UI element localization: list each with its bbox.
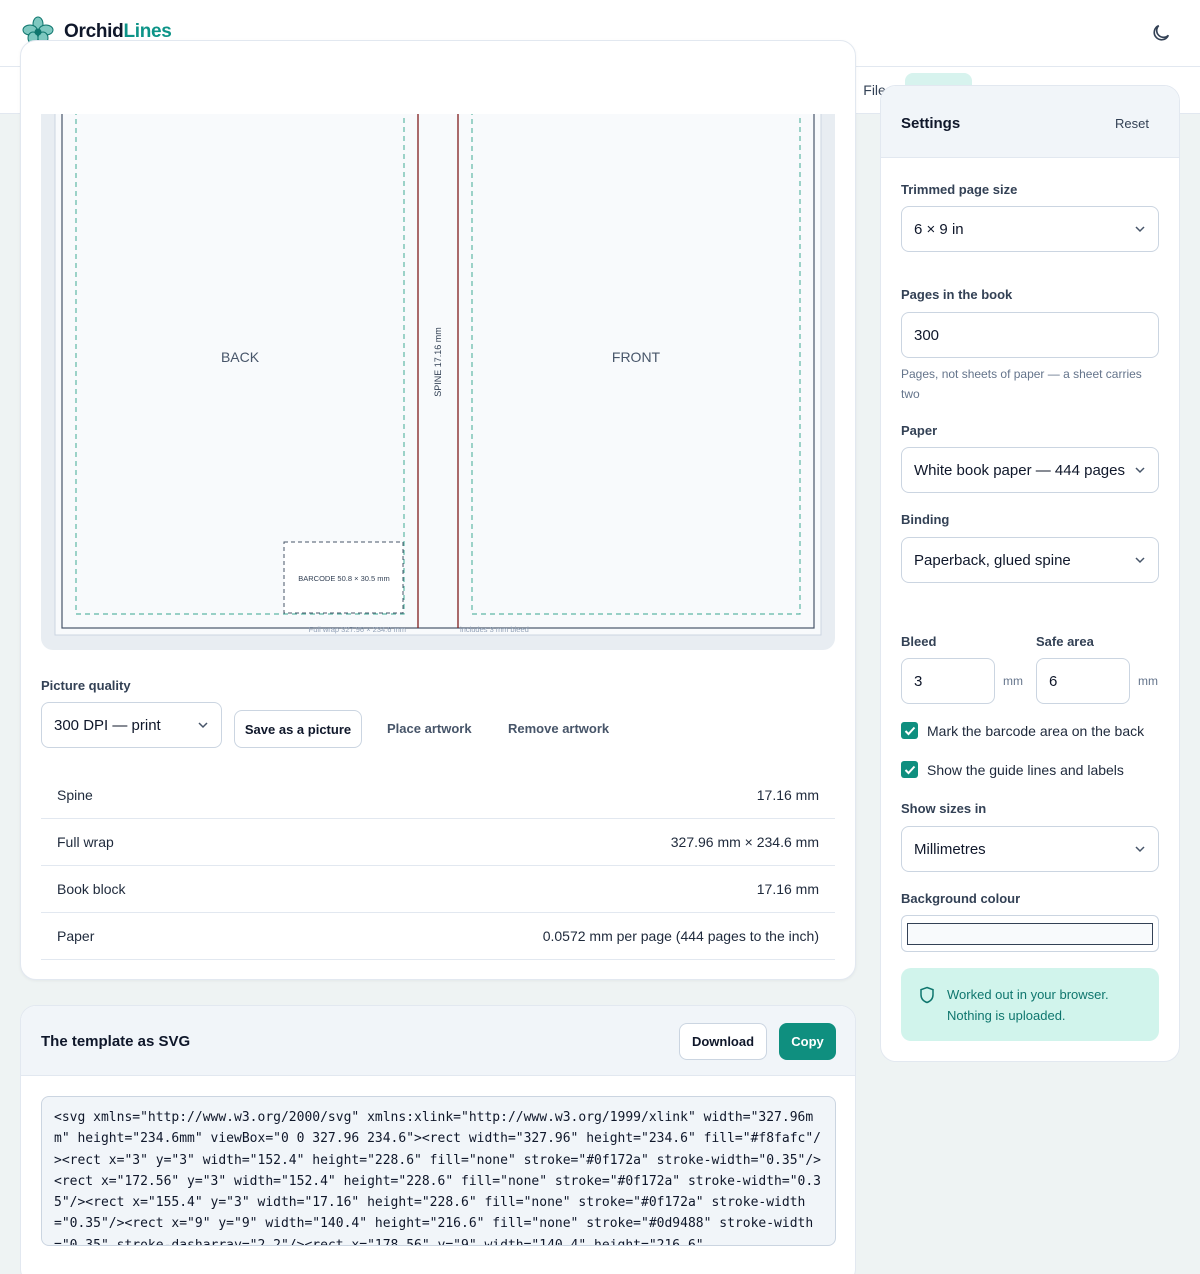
reset-button[interactable]: Reset (1115, 116, 1149, 131)
result-row: Book block 17.16 mm (41, 866, 835, 913)
settings-header: Settings Reset (881, 86, 1179, 158)
barcode-checkbox[interactable] (901, 722, 918, 739)
bg-colour-label: Background colour (901, 891, 1021, 906)
save-as-picture-button[interactable]: Save as a picture (234, 710, 362, 748)
shield-icon (920, 986, 934, 1004)
barcode-checkbox-row[interactable]: Mark the barcode area on the back (901, 722, 1144, 739)
sizes-label: Show sizes in (901, 801, 987, 816)
paper-label: Paper (901, 423, 938, 438)
svg-card-header: The template as SVG Download Copy (21, 1006, 855, 1076)
result-key: Book block (57, 881, 126, 897)
safe-area-input[interactable]: 6 (1036, 658, 1130, 704)
result-row: Full wrap 327.96 mm × 234.6 mm (41, 819, 835, 866)
result-row: Paper 0.0572 mm per page (444 pages to th… (41, 913, 835, 960)
barcode-checkbox-label: Mark the barcode area on the back (927, 722, 1145, 739)
privacy-notice: Worked out in your browser. Nothing is u… (901, 968, 1159, 1041)
sizes-select[interactable]: Millimetres (901, 826, 1159, 872)
page-size-label: Trimmed page size (901, 182, 1018, 197)
result-key: Paper (57, 928, 95, 944)
download-button[interactable]: Download (679, 1023, 767, 1060)
chevron-down-icon (1135, 557, 1145, 564)
svg-card-title: The template as SVG (41, 1033, 191, 1050)
pages-input[interactable]: 300 (901, 312, 1159, 358)
place-artwork-button[interactable]: Place artwork (387, 721, 472, 736)
guides-checkbox-row[interactable]: Show the guide lines and labels (901, 761, 1124, 778)
sizes-value: Millimetres (914, 840, 986, 858)
full-wrap-caption: Full wrap 327.96 × 234.6 mm (309, 625, 406, 634)
page-size-value: 6 × 9 in (914, 220, 964, 238)
paper-value: White book paper — 444 pages (914, 461, 1125, 479)
copy-button[interactable]: Copy (779, 1023, 836, 1060)
picture-quality-label: Picture quality (41, 678, 131, 693)
moon-icon[interactable] (1150, 22, 1172, 44)
result-value: 327.96 mm × 234.6 mm (670, 834, 819, 850)
results-table: Spine 17.16 mm Full wrap 327.96 mm × 234.6 … (41, 772, 835, 960)
bleed-label: Bleed (901, 634, 937, 649)
pages-label: Pages in the book (901, 287, 1013, 302)
result-row: Spine 17.16 mm (41, 772, 835, 819)
result-key: Full wrap (57, 834, 114, 850)
bg-colour-picker[interactable] (901, 915, 1159, 952)
binding-select[interactable]: Paperback, glued spine (901, 537, 1159, 583)
remove-artwork-button[interactable]: Remove artwork (508, 721, 609, 736)
barcode-label: BARCODE 50.8 × 30.5 mm (298, 574, 390, 583)
svg-code-textarea[interactable]: <svg xmlns="http://www.w3.org/2000/svg" … (41, 1096, 836, 1246)
result-value: 0.0572 mm per page (444 pages to the inc… (542, 928, 819, 944)
svg-template-card: The template as SVG Download Copy <svg x… (20, 1005, 856, 1274)
guides-checkbox-label: Show the guide lines and labels (927, 761, 1124, 778)
chevron-down-icon (198, 722, 208, 729)
picture-quality-value: 300 DPI — print (54, 716, 161, 734)
spine-label: SPINE 17.16 mm (433, 327, 443, 397)
settings-title: Settings (901, 115, 961, 132)
back-label: BACK (221, 349, 260, 365)
privacy-notice-text: Worked out in your browser. Nothing is u… (947, 987, 1109, 1023)
check-icon (904, 765, 915, 774)
picture-quality-select[interactable]: 300 DPI — print (41, 702, 222, 748)
bg-colour-swatch[interactable] (907, 923, 1153, 945)
chevron-down-icon (1135, 226, 1145, 233)
bleed-input[interactable]: 3 (901, 658, 995, 704)
settings-panel: Settings Reset Trimmed page size 6 × 9 i… (880, 85, 1180, 1062)
cover-preview: BACK FRONT SPINE 17.16 mm BARCODE 50.8 ×… (41, 114, 835, 650)
page-size-select[interactable]: 6 × 9 in (901, 206, 1159, 252)
front-label: FRONT (612, 349, 661, 365)
result-value: 17.16 mm (756, 881, 819, 897)
bleed-caption: includes 3 mm bleed (460, 625, 529, 634)
safe-area-label: Safe area (1036, 634, 1094, 649)
result-value: 17.16 mm (756, 787, 819, 803)
binding-value: Paperback, glued spine (914, 551, 1071, 569)
chevron-down-icon (1135, 846, 1145, 853)
guides-checkbox[interactable] (901, 761, 918, 778)
pages-help-text: Pages, not sheets of paper — a sheet car… (901, 367, 1142, 401)
chevron-down-icon (1135, 467, 1145, 474)
result-key: Spine (57, 787, 93, 803)
binding-label: Binding (901, 512, 950, 527)
check-icon (904, 726, 915, 735)
safe-area-unit: mm (1138, 674, 1158, 688)
paper-select[interactable]: White book paper — 444 pages (901, 447, 1159, 493)
bleed-unit: mm (1003, 674, 1023, 688)
